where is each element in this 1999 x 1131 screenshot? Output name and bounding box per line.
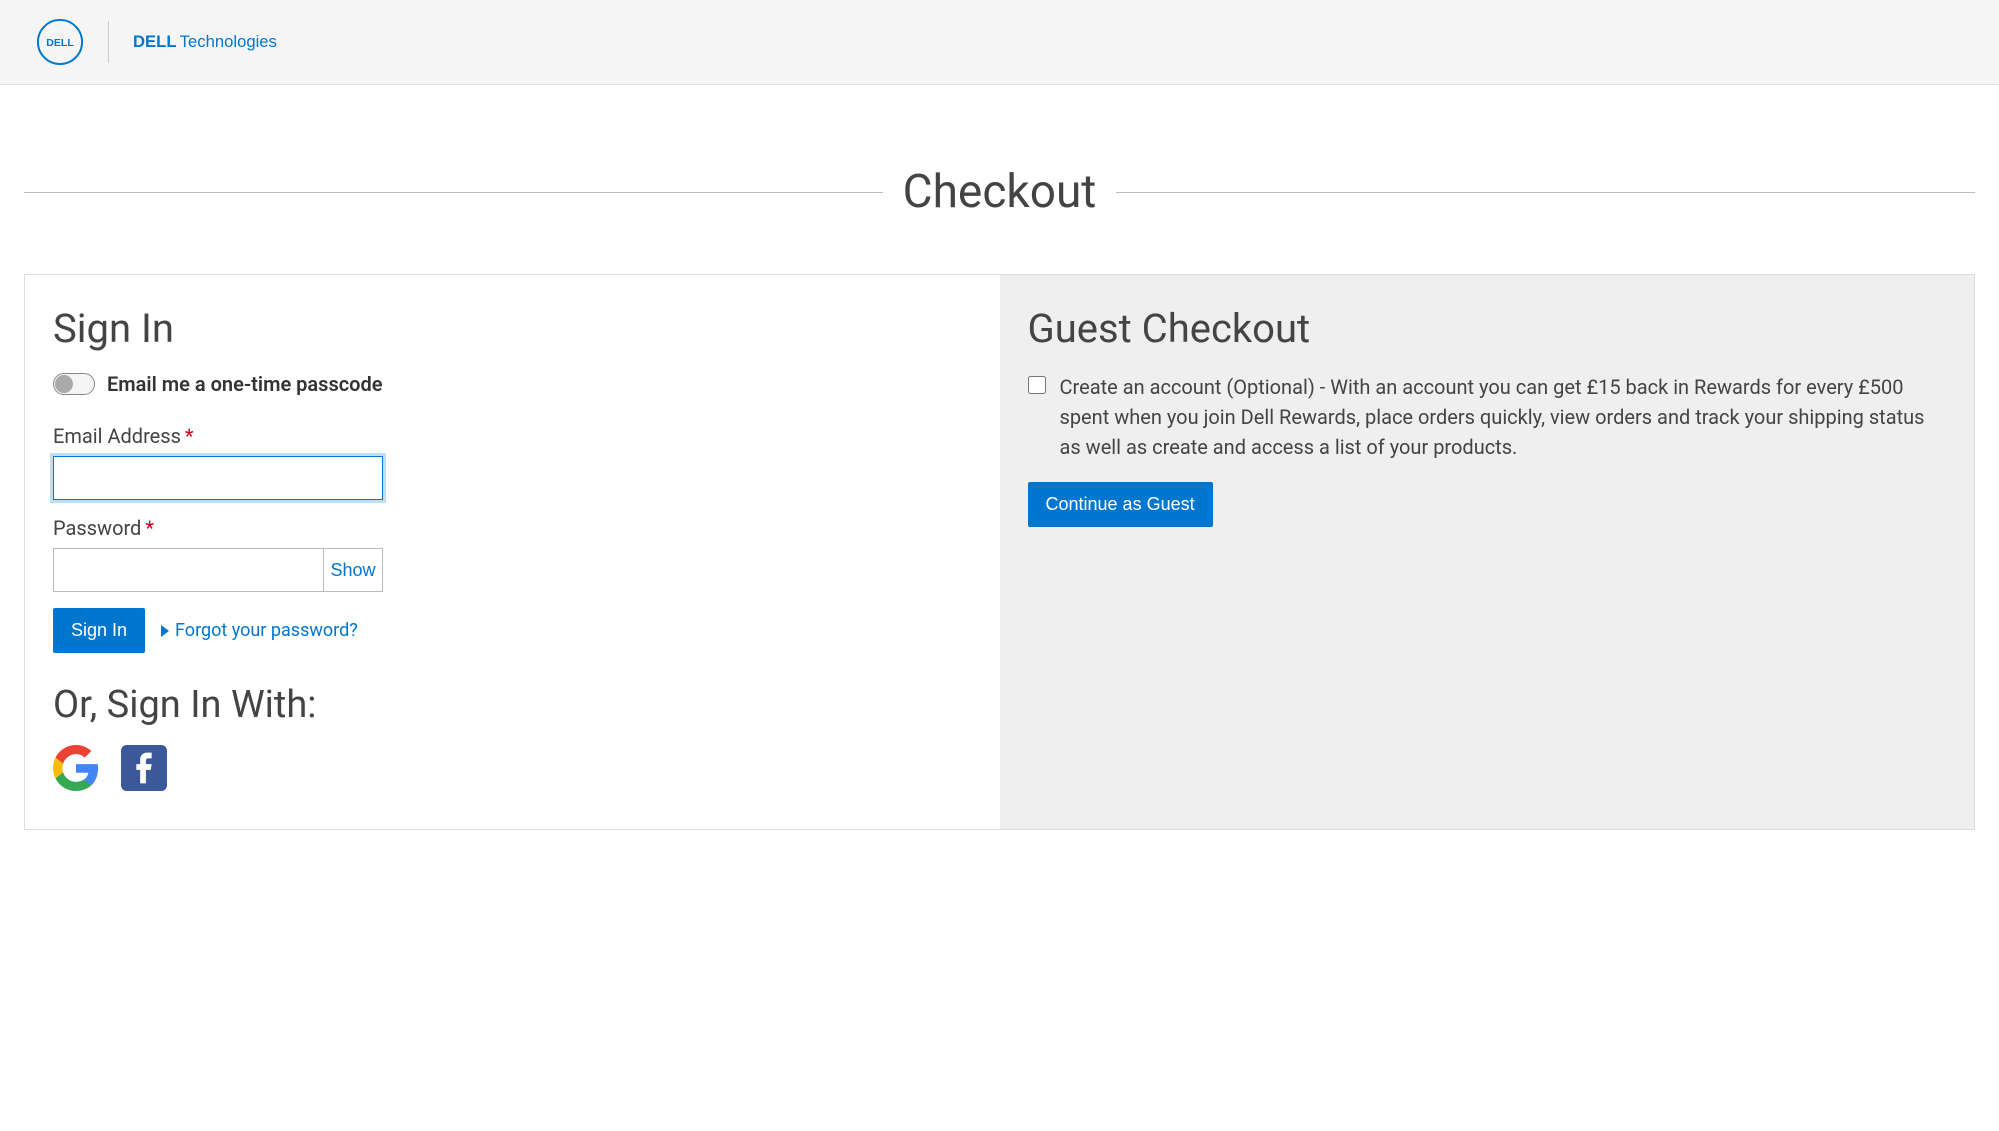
page-header: DELL DELL Technologies: [0, 0, 1999, 85]
svg-text:Technologies: Technologies: [180, 32, 277, 51]
email-input[interactable]: [53, 456, 383, 500]
passcode-toggle-label: Email me a one-time passcode: [107, 372, 383, 396]
svg-text:DELL: DELL: [133, 32, 177, 51]
page-title-section: Checkout: [0, 165, 1999, 219]
signin-title: Sign In: [53, 305, 972, 352]
guest-title: Guest Checkout: [1028, 305, 1947, 352]
page-title: Checkout: [883, 165, 1117, 219]
required-marker: *: [145, 516, 154, 540]
create-account-checkbox[interactable]: [1028, 376, 1046, 394]
guest-panel: Guest Checkout Create an account (Option…: [1000, 275, 1975, 829]
google-signin-icon[interactable]: [53, 745, 99, 791]
email-label-text: Email Address: [53, 424, 181, 448]
email-label: Email Address*: [53, 424, 972, 448]
dell-technologies-logo[interactable]: DELL Technologies: [133, 32, 350, 52]
social-signin-row: [53, 745, 972, 791]
header-spacer: [0, 85, 1999, 165]
forgot-password-wrap: Forgot your password?: [161, 620, 358, 641]
continue-guest-button[interactable]: Continue as Guest: [1028, 482, 1213, 527]
password-input-wrap: Show: [53, 548, 383, 592]
title-line-right: [1116, 192, 1975, 193]
show-password-button[interactable]: Show: [323, 548, 383, 592]
password-label-text: Password: [53, 516, 141, 540]
required-marker: *: [185, 424, 194, 448]
toggle-knob: [55, 375, 73, 393]
password-input[interactable]: [53, 548, 323, 592]
create-account-text: Create an account (Optional) - With an a…: [1060, 372, 1947, 462]
password-label: Password*: [53, 516, 972, 540]
triangle-right-icon: [161, 625, 169, 637]
facebook-signin-icon[interactable]: [121, 745, 167, 791]
header-divider: [108, 21, 109, 63]
forgot-password-link[interactable]: Forgot your password?: [175, 620, 358, 641]
email-field-group: Email Address*: [53, 424, 972, 500]
dell-logo-icon[interactable]: DELL: [36, 18, 84, 66]
svg-text:DELL: DELL: [46, 37, 74, 49]
password-field-group: Password* Show: [53, 516, 972, 592]
or-signin-title: Or, Sign In With:: [53, 683, 972, 727]
checkout-content: Sign In Email me a one-time passcode Ema…: [24, 274, 1975, 830]
signin-button[interactable]: Sign In: [53, 608, 145, 653]
signin-panel: Sign In Email me a one-time passcode Ema…: [25, 275, 1000, 829]
passcode-toggle-row: Email me a one-time passcode: [53, 372, 972, 396]
passcode-toggle[interactable]: [53, 373, 95, 395]
guest-account-row: Create an account (Optional) - With an a…: [1028, 372, 1947, 462]
signin-actions-row: Sign In Forgot your password?: [53, 608, 972, 653]
title-line-left: [24, 192, 883, 193]
